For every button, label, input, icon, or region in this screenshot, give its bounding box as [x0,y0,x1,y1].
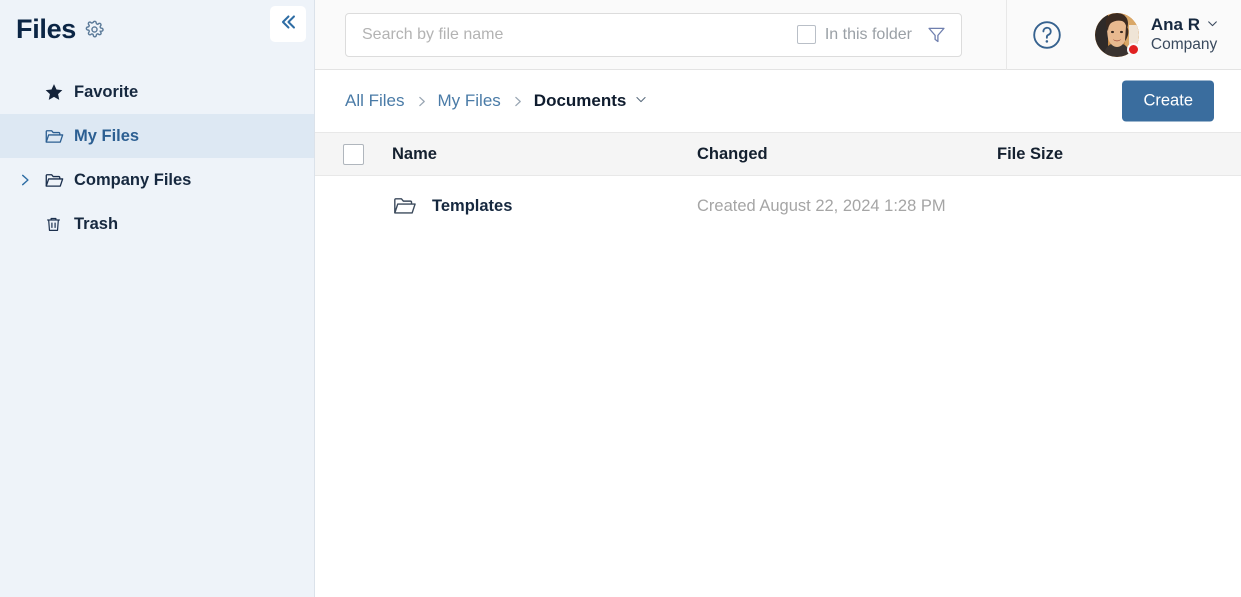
app-title: Files [16,13,77,44]
in-this-folder-label: In this folder [824,25,912,43]
breadcrumb-separator [511,95,524,108]
row-name-cell[interactable]: Templates [392,193,697,219]
user-name-row: Ana R [1151,15,1219,36]
sidebar-item-label: Favorite [74,82,139,101]
sidebar: Files Favorite My Files Company Files Tr… [0,0,315,597]
avatar[interactable] [1094,13,1140,57]
sidebar-item-favorite[interactable]: Favorite [0,70,314,114]
top-bar: In this folder [315,0,1241,70]
row-changed: Created August 22, 2024 1:28 PM [697,196,946,215]
breadcrumb-item-my-files[interactable]: My Files [438,91,501,111]
breadcrumb-current-label: Documents [533,91,627,110]
collapse-sidebar-button[interactable] [270,6,306,42]
column-header-file-size[interactable]: File Size [997,145,1241,164]
user-org: Company [1150,35,1218,53]
search-input[interactable] [362,25,797,44]
main-area: In this folder [315,0,1241,597]
question-mark-circle-icon[interactable] [1031,19,1063,51]
folder-open-icon [392,193,418,219]
table-header: Name Changed File Size [315,132,1241,176]
chevron-down-icon[interactable] [1206,15,1219,36]
user-menu[interactable]: Ana R Company [1094,13,1219,57]
user-name: Ana R [1150,15,1200,35]
double-chevron-left-icon [277,11,299,38]
sidebar-item-label: Trash [74,214,119,233]
sidebar-item-company-files[interactable]: Company Files [0,158,314,202]
table-row[interactable]: Templates Created August 22, 2024 1:28 P… [315,176,1241,236]
create-button[interactable]: Create [1122,80,1214,122]
sidebar-item-label: My Files [74,126,140,145]
in-this-folder-checkbox-group[interactable]: In this folder [796,25,912,44]
sidebar-nav: Favorite My Files Company Files Trash [0,70,314,246]
trash-icon [44,215,74,234]
column-header-name[interactable]: Name [392,145,697,164]
filter-funnel-icon[interactable] [926,24,947,45]
breadcrumb-separator [415,95,428,108]
gear-icon[interactable] [85,20,104,39]
star-icon [44,82,74,102]
files-app: Files Favorite My Files Company Files Tr… [0,0,1241,597]
sidebar-item-my-files[interactable]: My Files [0,114,314,158]
row-file-name: Templates [432,196,513,215]
folder-open-icon [44,126,74,147]
select-all-checkbox[interactable] [343,143,364,165]
breadcrumb-item-all-files[interactable]: All Files [345,91,405,111]
chevron-right-icon[interactable] [18,173,32,187]
sidebar-header: Files [0,0,314,58]
folder-open-icon [44,170,74,191]
search-bar[interactable]: In this folder [345,12,962,57]
breadcrumb-bar: All Files My Files Documents Create [315,70,1241,132]
top-bar-right: Ana R Company [1005,0,1241,70]
in-this-folder-checkbox[interactable] [796,25,816,44]
sidebar-item-label: Company Files [74,170,192,189]
breadcrumb-item-documents[interactable]: Documents [534,91,649,111]
sidebar-item-trash[interactable]: Trash [0,202,314,246]
select-all-checkbox-cell[interactable] [315,143,392,165]
user-meta: Ana R Company [1151,15,1219,55]
status-badge [1126,43,1140,56]
breadcrumb: All Files My Files Documents [345,91,648,111]
column-header-changed[interactable]: Changed [697,145,997,164]
chevron-down-icon[interactable] [634,91,648,111]
